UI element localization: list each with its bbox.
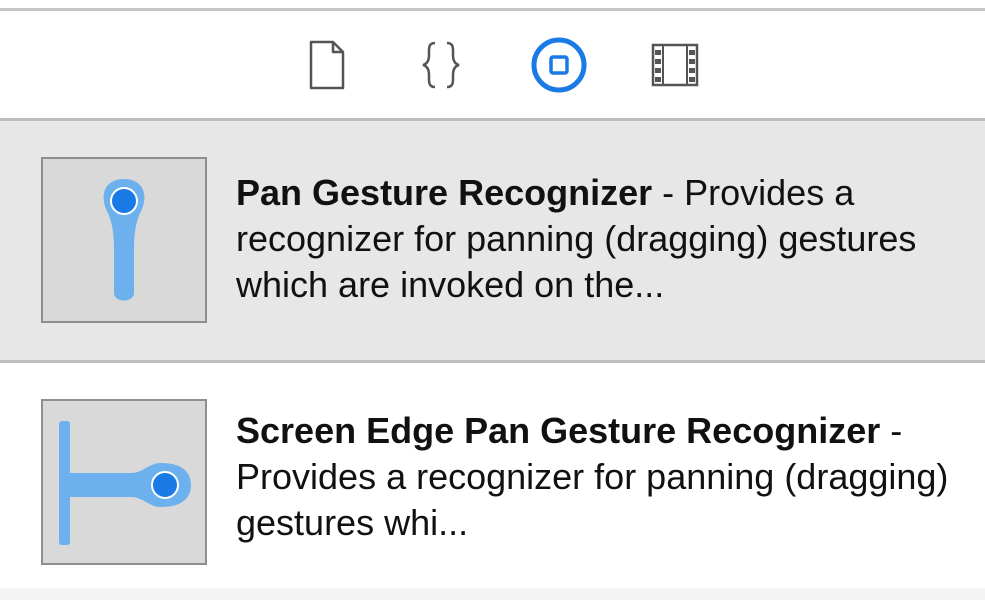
item-title: Screen Edge Pan Gesture Recognizer: [236, 410, 881, 451]
item-description: Screen Edge Pan Gesture Recognizer - Pro…: [236, 408, 956, 546]
item-description: Pan Gesture Recognizer - Provides a reco…: [236, 170, 956, 308]
code-braces-icon[interactable]: [411, 37, 471, 97]
title-separator: -: [880, 410, 903, 451]
library-selector-bar: [0, 11, 985, 119]
pan-gesture-icon: [41, 157, 207, 323]
item-summary: Provides a recognizer for panning (dragg…: [236, 456, 949, 543]
item-title: Pan Gesture Recognizer: [236, 172, 653, 213]
media-library-icon[interactable]: [644, 37, 704, 97]
list-bottom-edge: [0, 588, 985, 600]
title-separator: -: [652, 172, 685, 213]
object-library-icon[interactable]: [529, 37, 589, 97]
screen-edge-pan-gesture-icon: [41, 399, 207, 565]
file-icon[interactable]: [297, 37, 357, 97]
